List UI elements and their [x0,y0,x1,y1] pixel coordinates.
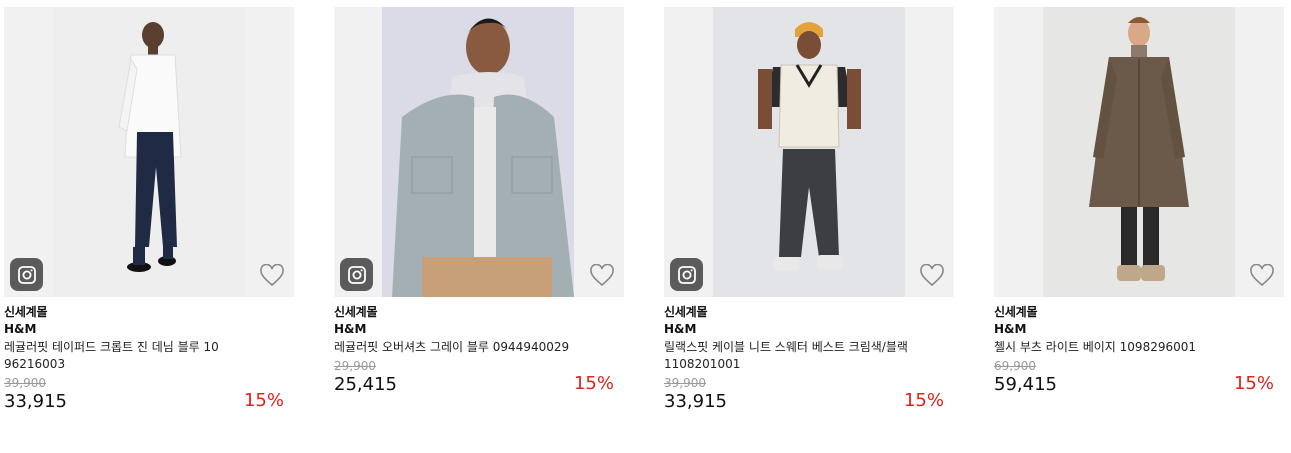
product-name[interactable]: 릴랙스핏 케이블 니트 스웨터 베스트 크림색/블랙 1108201001 [664,339,916,373]
brand-name: H&M [4,322,37,336]
product-photo [53,7,245,297]
instagram-button[interactable] [670,258,703,291]
original-price: 39,900 [664,376,706,390]
product-photo [713,7,905,297]
discount-rate: 15% [243,390,284,411]
mall-name: 신세계몰 [4,305,48,319]
product-name[interactable]: 레귤러핏 테이퍼드 크롭트 진 데님 블루 1096216003 [4,339,219,373]
discount-rate: 15% [1233,373,1274,394]
heart-outline-icon[interactable] [259,264,285,288]
mall-name: 신세계몰 [994,305,1038,319]
mall-name: 신세계몰 [664,305,708,319]
heart-outline-icon[interactable] [919,264,945,288]
product-image[interactable] [4,7,294,297]
instagram-icon [347,265,366,284]
product-card[interactable]: 신세계몰 H&M 첼시 부츠 라이트 베이지 1098296001 69,900… [994,7,1284,396]
instagram-button[interactable] [340,258,373,291]
instagram-icon [17,265,36,284]
brand-name: H&M [664,322,697,336]
discount-rate: 15% [903,390,944,411]
instagram-button[interactable] [10,258,43,291]
original-price: 69,900 [994,359,1036,373]
product-image[interactable] [994,7,1284,297]
mall-name: 신세계몰 [334,305,378,319]
instagram-icon [677,265,696,284]
original-price: 29,900 [334,359,376,373]
product-name[interactable]: 첼시 부츠 라이트 베이지 1098296001 [994,339,1254,356]
product-name[interactable]: 레귤러핏 오버셔츠 그레이 블루 0944940029 [334,339,594,356]
product-card[interactable]: 신세계몰 H&M 레귤러핏 오버셔츠 그레이 블루 0944940029 29,… [334,7,624,396]
original-price: 39,900 [4,376,46,390]
product-card[interactable]: 신세계몰 H&M 릴랙스핏 케이블 니트 스웨터 베스트 크림색/블랙 1108… [664,7,954,413]
brand-name: H&M [994,322,1027,336]
product-photo [1043,7,1235,297]
product-card[interactable]: 신세계몰 H&M 레귤러핏 테이퍼드 크롭트 진 데님 블루 109621600… [4,7,294,413]
brand-name: H&M [334,322,367,336]
discount-rate: 15% [573,373,614,394]
product-photo [382,7,574,297]
heart-outline-icon[interactable] [589,264,615,288]
product-image[interactable] [664,7,954,297]
product-image[interactable] [334,7,624,297]
heart-outline-icon[interactable] [1249,264,1275,288]
